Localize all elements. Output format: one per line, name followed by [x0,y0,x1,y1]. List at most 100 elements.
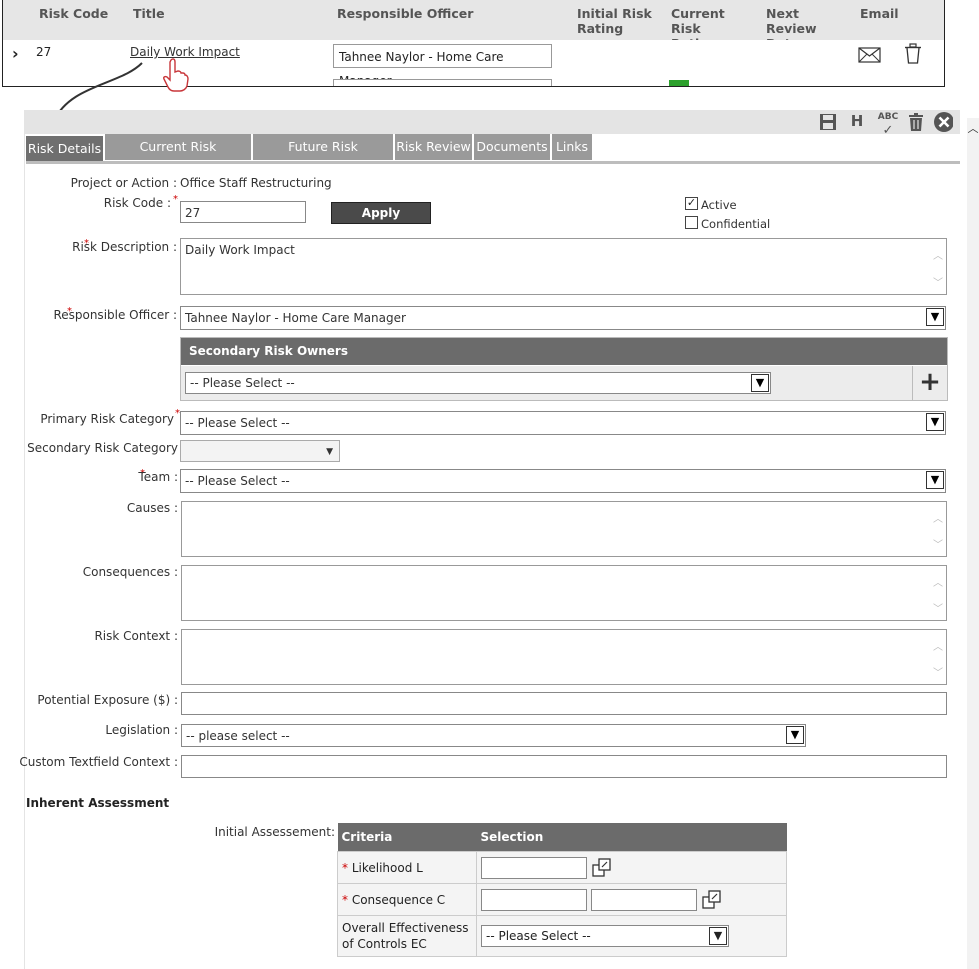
chevron-down-icon[interactable]: ▼ [926,308,944,326]
row2-officer-field [333,79,552,86]
secondary-risk-owners-panel: Secondary Risk Owners -- Please Select -… [180,337,948,401]
initial-assessment-label: Initial Assessement: [214,825,335,839]
team-select[interactable]: -- Please Select -- ▼ [180,469,946,493]
chevron-down-icon[interactable]: ▼ [926,413,944,431]
risk-description-value: Daily Work Impact [185,243,295,257]
email-icon[interactable] [858,46,882,64]
risk-description-label: Risk Description : [72,240,177,254]
causes-textarea[interactable]: ︿ ﹀ [181,501,947,557]
likelihood-input[interactable] [481,856,587,879]
row-expander-icon[interactable]: › [12,44,19,63]
causes-label: Causes : [126,501,178,515]
responsible-officer-select[interactable]: Tahnee Naylor - Home Care Manager ▼ [180,306,946,330]
tab-current-risk-assessment[interactable]: Current Risk Assessment [105,134,251,180]
tab-bar: Risk Details Current Risk Assessment Fut… [26,134,960,180]
heading-button[interactable]: H [847,110,867,132]
confidential-checkbox[interactable] [685,216,698,229]
spellcheck-icon[interactable]: ABC ✓ [873,110,903,138]
potential-exposure-input[interactable] [181,692,947,715]
project-label: Project or Action : [70,176,177,190]
textarea-scrollbar[interactable]: ︿ ﹀ [930,566,946,620]
save-icon[interactable] [818,112,838,134]
col-title[interactable]: Title [133,6,165,21]
secondary-risk-category-select[interactable]: ▼ [180,440,340,462]
chevron-down-icon[interactable]: ▼ [709,927,727,945]
textarea-scrollbar[interactable]: ︿ ﹀ [930,502,946,556]
spellcheck-label: ABC [877,112,899,122]
custom-textfield-input[interactable] [181,755,947,778]
legislation-value: -- please select -- [186,729,290,743]
panel-border [24,110,25,969]
responsible-officer-value: Tahnee Naylor - Home Care Manager [185,311,406,325]
chevron-down-icon[interactable]: ▼ [786,726,804,744]
col-email[interactable]: Email [860,6,899,21]
required-marker: * [173,194,178,205]
risk-context-label: Risk Context : [94,629,178,643]
caret-down-icon: ▼ [326,447,333,457]
lookup-popup-icon[interactable] [591,857,613,879]
secondary-risk-owners-body: -- Please Select -- ▼ + [181,366,947,400]
active-label: Active [701,198,737,212]
col-responsible-officer[interactable]: Responsible Officer [337,6,473,21]
page-scrollbar[interactable]: ︿ [967,118,979,969]
close-icon[interactable] [933,111,953,133]
consequence-selection-cell [476,883,787,916]
scroll-up-icon[interactable]: ︿ [967,120,979,136]
tab-risk-review[interactable]: Risk Review [395,134,472,160]
hand-cursor-icon [163,58,189,92]
table-row: Overall Effectiveness of Controls EC -- … [337,915,787,957]
grid-header: Risk Code Title Responsible Officer Init… [3,0,944,51]
chevron-down-icon[interactable]: ▼ [751,374,769,392]
chevron-down-icon[interactable]: ▼ [926,471,944,489]
tab-links[interactable]: Links [552,134,592,160]
risk-code-input[interactable]: 27 [180,201,306,223]
delete-icon[interactable] [906,112,926,134]
col-risk-code[interactable]: Risk Code [39,6,108,21]
trash-icon[interactable] [904,43,922,65]
active-checkbox[interactable]: ✓ [685,197,698,210]
row-officer-field[interactable]: Tahnee Naylor - Home Care Manager [333,44,552,86]
apply-template-button[interactable]: Apply Template [331,202,431,240]
divider [912,366,913,400]
risk-description-textarea[interactable]: Daily Work Impact ︿ ﹀ [180,238,947,295]
consequences-label: Consequences : [82,565,178,579]
consequence-input[interactable] [481,888,587,911]
inherent-assessment-title: Inherent Assessment [26,796,170,810]
lookup-popup-icon[interactable] [701,889,723,911]
custom-textfield-label: Custom Textfield Context : [19,755,178,769]
assessment-table: Criteria Selection * Likelihood L * Cons… [337,823,787,957]
textarea-scrollbar[interactable]: ︿ ﹀ [930,630,946,684]
panel-toolbar: H ABC ✓ [24,110,960,138]
effectiveness-cell: Overall Effectiveness of Controls EC [337,915,477,957]
add-owner-icon[interactable]: + [918,367,942,397]
table-row: * Likelihood L [337,851,787,884]
secondary-risk-owners-title: Secondary Risk Owners [181,338,947,365]
tab-future-risk-assessment[interactable]: Future Risk Assessment [253,134,393,180]
primary-risk-category-label: Primary Risk Category [40,412,174,426]
team-label: Team : [138,470,178,484]
project-value: Office Staff Restructuring [180,176,332,190]
legislation-select[interactable]: -- please select -- ▼ [181,724,806,747]
secondary-owner-select[interactable]: -- Please Select -- ▼ [185,372,771,394]
consequence-label: Consequence C [351,892,446,907]
likelihood-label: Likelihood L [351,860,423,875]
confidential-label: Confidential [701,217,771,231]
effectiveness-selection-cell: -- Please Select -- ▼ [476,915,787,957]
tab-underline [26,161,960,164]
likelihood-selection-cell [476,851,787,884]
primary-risk-category-select[interactable]: -- Please Select -- ▼ [180,411,946,435]
risk-context-textarea[interactable]: ︿ ﹀ [181,629,947,685]
assessment-header-row: Criteria Selection [337,823,787,852]
tab-documents[interactable]: Documents [474,134,550,160]
textarea-scrollbar[interactable]: ︿ ﹀ [930,239,946,294]
effectiveness-select[interactable]: -- Please Select -- ▼ [481,925,729,947]
col-criteria: Criteria [337,823,477,852]
consequences-textarea[interactable]: ︿ ﹀ [181,565,947,621]
col-selection: Selection [476,823,787,852]
likelihood-cell: * Likelihood L [337,851,477,884]
secondary-risk-category-label: Secondary Risk Category [27,441,178,455]
tab-risk-details[interactable]: Risk Details [26,136,103,162]
consequence-input-2[interactable] [590,888,697,911]
risk-code-label: Risk Code : [103,196,171,210]
col-initial-risk-rating[interactable]: Initial Risk Rating [577,6,657,36]
